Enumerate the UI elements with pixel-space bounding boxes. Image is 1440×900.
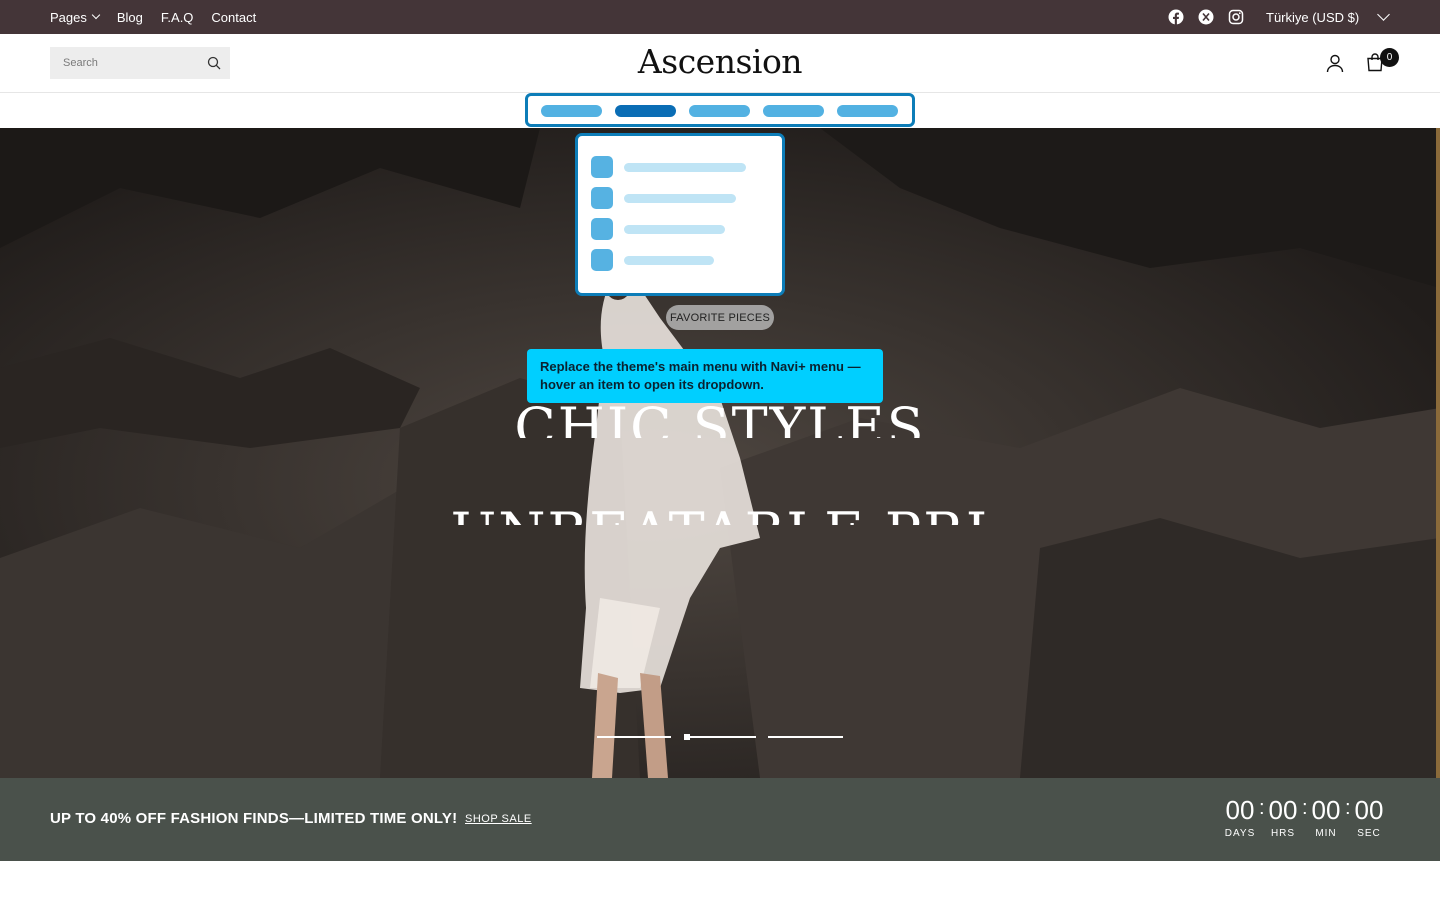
dropdown-item-icon — [591, 187, 613, 209]
dropdown-item-label — [624, 194, 736, 203]
currency-selector[interactable]: Türkiye (USD $) — [1266, 0, 1359, 34]
countdown-days-value: 00 — [1225, 795, 1255, 825]
instagram-icon[interactable] — [1228, 9, 1244, 25]
countdown-seconds-value: 00 — [1354, 795, 1384, 825]
dropdown-item-icon — [591, 218, 613, 240]
countdown-hours-value: 00 — [1268, 795, 1298, 825]
dropdown-item-icon — [591, 249, 613, 271]
navi-dropdown-preview — [575, 133, 785, 296]
slide-indicator-2-active[interactable] — [684, 736, 756, 738]
promo-bar: UP TO 40% OFF FASHION FINDS—LIMITED TIME… — [0, 778, 1440, 861]
top-bar: Pages Blog F.A.Q Contact Türkiye (USD $) — [0, 0, 1440, 34]
shop-sale-link[interactable]: SHOP SALE — [465, 813, 532, 825]
dropdown-item-label — [624, 225, 725, 234]
navi-menu-item-5[interactable] — [837, 105, 898, 117]
countdown-minutes-label: MIN — [1315, 828, 1337, 839]
nav-faq[interactable]: F.A.Q — [161, 10, 194, 25]
countdown-days: 00 DAYS — [1220, 795, 1260, 839]
search-icon[interactable] — [207, 56, 221, 70]
cart-count-badge: 0 — [1380, 48, 1399, 67]
social-links — [1168, 9, 1244, 25]
countdown-minutes: 00 MIN — [1306, 795, 1346, 839]
top-nav: Pages Blog F.A.Q Contact — [50, 0, 256, 34]
countdown-days-label: DAYS — [1224, 828, 1256, 839]
countdown-seconds-label: SEC — [1357, 828, 1381, 839]
search-box — [50, 47, 230, 79]
menu-bar — [0, 93, 1440, 128]
header: Ascension 0 — [0, 34, 1440, 93]
search-input[interactable] — [50, 47, 200, 79]
nav-contact[interactable]: Contact — [211, 10, 256, 25]
slide-progress-dot — [684, 734, 690, 740]
navi-menu-item-1[interactable] — [541, 105, 602, 117]
dropdown-item-icon — [591, 156, 613, 178]
nav-pages[interactable]: Pages — [50, 9, 101, 25]
nav-pages-label: Pages — [50, 9, 87, 25]
countdown-timer: 00 DAYS : 00 HRS : 00 MIN : 00 SEC — [1220, 795, 1390, 845]
navi-menu-item-4[interactable] — [763, 105, 824, 117]
dropdown-item-label — [624, 256, 714, 265]
countdown-minutes-value: 00 — [1311, 795, 1341, 825]
facebook-icon[interactable] — [1168, 9, 1184, 25]
x-icon[interactable] — [1198, 9, 1214, 25]
slide-indicator-1[interactable] — [597, 736, 671, 738]
countdown-hours: 00 HRS — [1263, 795, 1303, 839]
promo-text: UP TO 40% OFF FASHION FINDS—LIMITED TIME… — [50, 810, 458, 827]
chevron-down-icon — [91, 10, 101, 20]
dropdown-item-label — [624, 163, 746, 172]
hero-badge: FAVORITE PIECES — [666, 305, 774, 330]
navi-menu-item-2-active[interactable] — [615, 105, 676, 117]
countdown-hours-label: HRS — [1270, 828, 1296, 839]
slide-indicator-3[interactable] — [768, 736, 843, 738]
logo[interactable]: Ascension — [620, 42, 820, 81]
chevron-down-icon[interactable] — [1377, 8, 1390, 21]
hero-subheadline: UNBEATABLE PRI — [0, 503, 1440, 525]
countdown-seconds: 00 SEC — [1349, 795, 1389, 839]
navi-tooltip: Replace the theme's main menu with Navi+… — [527, 349, 883, 403]
hero-headline: CHIC STYLES — [514, 398, 926, 438]
hero-banner: FAVORITE PIECES CHIC STYLES UNBEATABLE P… — [0, 128, 1440, 778]
navi-menu-placeholder — [525, 93, 915, 127]
nav-blog[interactable]: Blog — [117, 10, 143, 25]
navi-menu-item-3[interactable] — [689, 105, 750, 117]
account-icon[interactable] — [1325, 53, 1345, 73]
